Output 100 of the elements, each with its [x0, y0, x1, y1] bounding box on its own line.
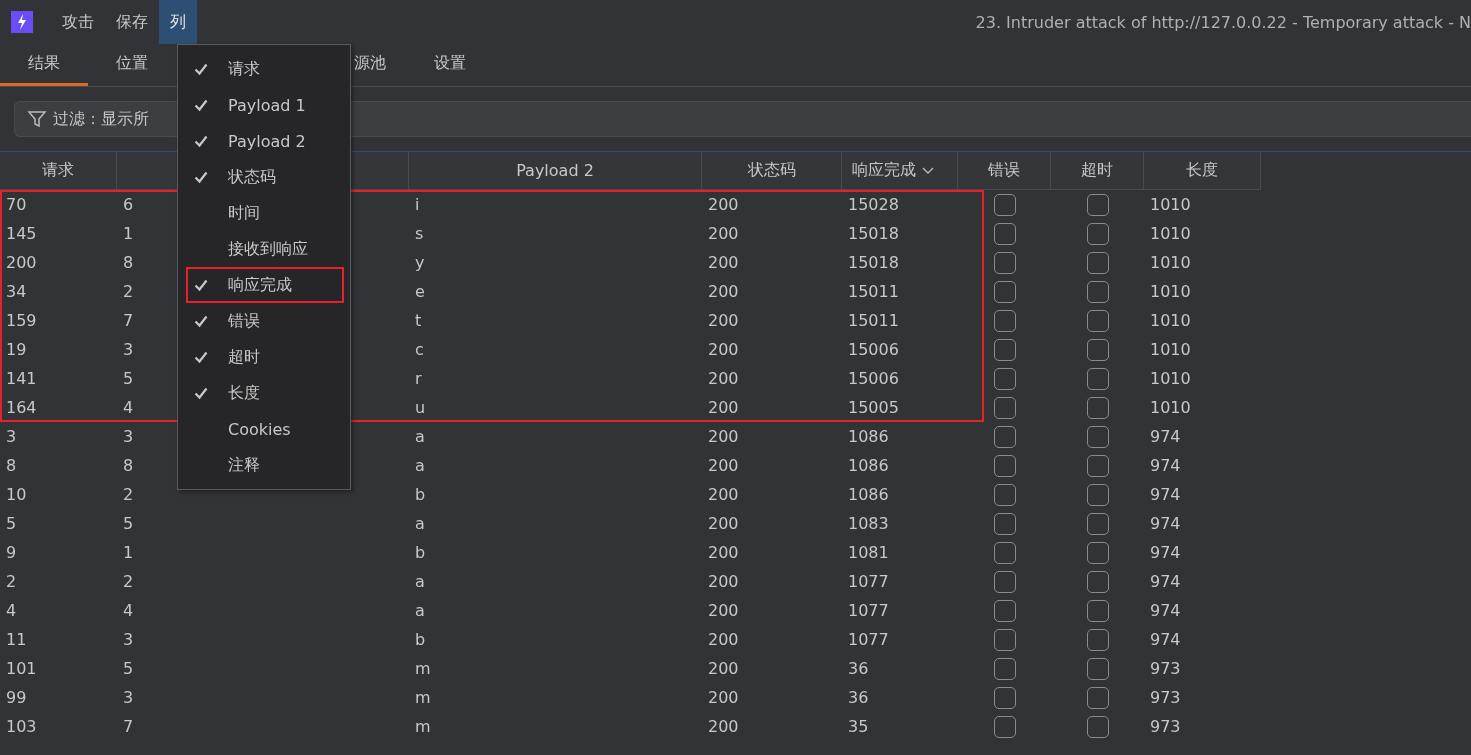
- column-header[interactable]: 长度: [1144, 152, 1261, 190]
- table-cell: 36: [848, 688, 869, 707]
- table-cell: 200: [708, 253, 739, 272]
- table-cell: 974: [1150, 427, 1181, 446]
- checkbox[interactable]: [1086, 657, 1109, 680]
- menu-item[interactable]: 攻击: [51, 0, 105, 44]
- checkbox[interactable]: [993, 396, 1016, 419]
- checkbox[interactable]: [993, 425, 1016, 448]
- table-cell: 200: [708, 572, 739, 591]
- table-cell: 1010: [1150, 282, 1191, 301]
- table-cell: 15011: [848, 282, 899, 301]
- checkbox[interactable]: [993, 657, 1016, 680]
- checkbox[interactable]: [1086, 367, 1109, 390]
- checkbox[interactable]: [1086, 483, 1109, 506]
- checkbox[interactable]: [1086, 396, 1109, 419]
- checkbox[interactable]: [1086, 628, 1109, 651]
- checkbox[interactable]: [993, 251, 1016, 274]
- checkbox[interactable]: [1086, 425, 1109, 448]
- checkbox[interactable]: [1086, 512, 1109, 535]
- table-cell: 1010: [1150, 195, 1191, 214]
- checkbox[interactable]: [1086, 599, 1109, 622]
- checkbox[interactable]: [993, 454, 1016, 477]
- table-cell: 200: [708, 688, 739, 707]
- table-cell: 70: [6, 195, 27, 214]
- window-title: 23. Intruder attack of http://127.0.0.22 - Temporary attack - N: [975, 12, 1471, 32]
- column-header[interactable]: 响应完成: [842, 152, 958, 190]
- tab[interactable]: 结果: [0, 44, 88, 86]
- table-cell: 4: [123, 398, 134, 417]
- tab[interactable]: 设置: [408, 44, 488, 86]
- menu-item[interactable]: 响应完成: [186, 267, 344, 303]
- checkbox[interactable]: [1086, 222, 1109, 245]
- checkbox[interactable]: [993, 483, 1016, 506]
- menu-item[interactable]: 时间: [186, 195, 344, 231]
- checkbox[interactable]: [1086, 570, 1109, 593]
- table-cell: 200: [708, 514, 739, 533]
- checkbox[interactable]: [993, 512, 1016, 535]
- checkbox[interactable]: [1086, 454, 1109, 477]
- table-cell: i: [415, 195, 420, 214]
- checkbox[interactable]: [993, 309, 1016, 332]
- tab[interactable]: 位置: [88, 44, 176, 86]
- table-cell: 15011: [848, 311, 899, 330]
- menu-item[interactable]: 列: [159, 0, 197, 44]
- table-cell: 1077: [848, 630, 889, 649]
- checkbox[interactable]: [993, 222, 1016, 245]
- menu-item[interactable]: 请求: [186, 51, 344, 87]
- checkbox[interactable]: [993, 628, 1016, 651]
- table-cell: 1077: [848, 572, 889, 591]
- checkbox[interactable]: [993, 570, 1016, 593]
- checkbox[interactable]: [993, 686, 1016, 709]
- checkbox[interactable]: [1086, 193, 1109, 216]
- tab[interactable]: 源池: [354, 44, 408, 86]
- table-cell: a: [415, 601, 425, 620]
- checkbox[interactable]: [1086, 686, 1109, 709]
- checkbox[interactable]: [1086, 251, 1109, 274]
- menu-item[interactable]: 状态码: [186, 159, 344, 195]
- checkbox[interactable]: [993, 338, 1016, 361]
- table-cell: 974: [1150, 485, 1181, 504]
- table-cell: 1010: [1150, 253, 1191, 272]
- table-cell: u: [415, 398, 426, 417]
- table-cell: 3: [6, 427, 17, 446]
- column-header[interactable]: 请求: [0, 152, 117, 190]
- table-cell: 19: [6, 340, 27, 359]
- table-cell: 5: [6, 514, 17, 533]
- column-header[interactable]: 状态码: [702, 152, 842, 190]
- checkbox[interactable]: [1086, 715, 1109, 738]
- checkbox[interactable]: [1086, 280, 1109, 303]
- table-cell: 1010: [1150, 224, 1191, 243]
- table-cell: 2: [123, 485, 134, 504]
- table-cell: a: [415, 427, 425, 446]
- menu-item[interactable]: 注释: [186, 447, 344, 483]
- menu-item[interactable]: 超时: [186, 339, 344, 375]
- table-cell: 7: [123, 311, 134, 330]
- checkbox[interactable]: [993, 280, 1016, 303]
- checkbox[interactable]: [993, 193, 1016, 216]
- column-header[interactable]: Payload 2: [409, 152, 702, 190]
- table-cell: 2: [123, 282, 134, 301]
- checkbox[interactable]: [1086, 338, 1109, 361]
- column-header[interactable]: 超时: [1051, 152, 1144, 190]
- menu-item[interactable]: 接收到响应: [186, 231, 344, 267]
- checkbox[interactable]: [993, 367, 1016, 390]
- table-cell: 974: [1150, 601, 1181, 620]
- checkbox[interactable]: [1086, 309, 1109, 332]
- table-cell: 3: [123, 630, 134, 649]
- menu-item[interactable]: 保存: [105, 0, 159, 44]
- menu-item[interactable]: 错误: [186, 303, 344, 339]
- checkbox[interactable]: [993, 541, 1016, 564]
- table-cell: b: [415, 630, 426, 649]
- menu-item[interactable]: 长度: [186, 375, 344, 411]
- table-cell: 200: [708, 224, 739, 243]
- menu-item[interactable]: Cookies: [186, 411, 344, 447]
- checkbox[interactable]: [993, 599, 1016, 622]
- checkbox[interactable]: [993, 715, 1016, 738]
- table-cell: 145: [6, 224, 37, 243]
- column-header[interactable]: 错误: [958, 152, 1051, 190]
- table-cell: c: [415, 340, 424, 359]
- table-cell: m: [415, 717, 431, 736]
- checkbox[interactable]: [1086, 541, 1109, 564]
- table-cell: 4: [123, 601, 134, 620]
- table-cell: 200: [708, 427, 739, 446]
- table-cell: 1010: [1150, 340, 1191, 359]
